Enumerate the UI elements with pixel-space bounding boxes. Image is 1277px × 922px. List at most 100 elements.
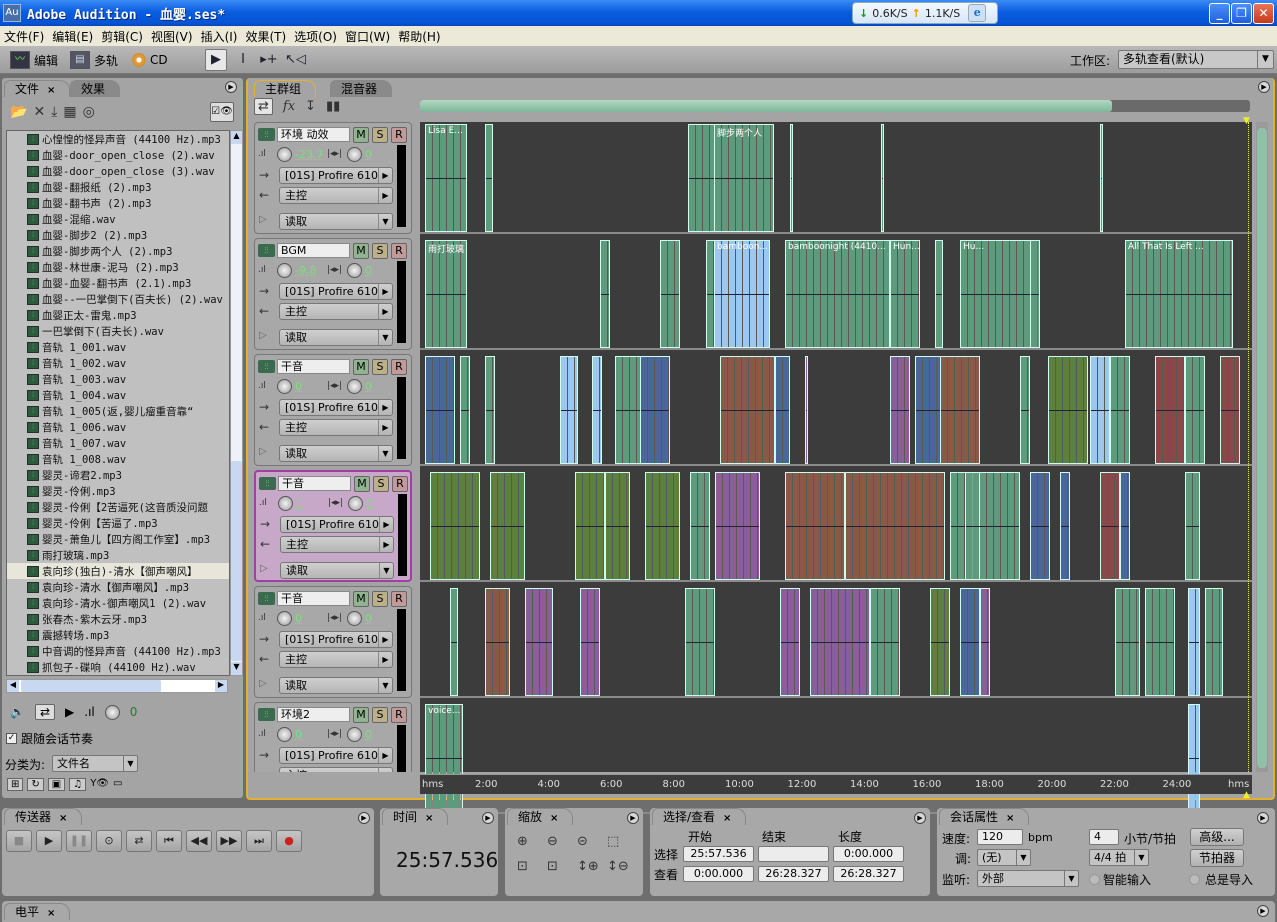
automation-select[interactable]: 读取 ▼ [279, 329, 393, 346]
track-header[interactable]: ⫶⫶ BGM M S R .ıl -9.8 |◂▸| 0 → [01S] Profire 610 ▶ ←… [254, 238, 412, 350]
file-list-item[interactable]: ⫶ 婴灵-伶俐【苦逼了.mp3 [7, 515, 229, 531]
effects-icon[interactable]: fx [283, 99, 295, 114]
file-list-item[interactable]: ⫶ 血婴正太-雷鬼.mp3 [7, 307, 229, 323]
file-list-item[interactable]: ⫶ 婴灵-谛君2.mp3 [7, 467, 229, 483]
audio-clip[interactable] [592, 356, 602, 464]
browser-icon[interactable]: e [968, 4, 987, 22]
tab-levels[interactable]: 电平 × [4, 903, 71, 920]
metronome-button[interactable]: 节拍器 [1190, 849, 1244, 867]
pan-knob[interactable] [347, 263, 362, 278]
audio-clip[interactable]: bamboonight (4410... [785, 240, 890, 348]
smart-input-radio[interactable] [1089, 874, 1100, 885]
close-icon[interactable]: × [47, 85, 55, 96]
view-start[interactable]: 0:00.000 [683, 866, 754, 882]
view-length[interactable]: 26:28.327 [833, 866, 904, 882]
selection-end[interactable] [758, 846, 829, 862]
pan-knob[interactable] [347, 727, 362, 742]
audio-clip[interactable]: Hu... [960, 240, 1040, 348]
menu-clip[interactable]: 剪辑(C) [101, 28, 149, 45]
mute-button[interactable]: M [353, 243, 369, 259]
tempo-input[interactable]: 120 [977, 829, 1023, 845]
output-select[interactable]: [01S] Profire 610 ▶ [279, 631, 393, 648]
time-ruler[interactable]: hms 2:00 4:00 6:00 8:00 10:00 12:00 14:00 16:00 1… [420, 774, 1252, 794]
scroll-up-icon[interactable]: ▲ [231, 131, 242, 144]
filter-midi-icon[interactable]: ♫ [69, 778, 87, 791]
solo-button[interactable]: S [372, 707, 388, 723]
automation-select[interactable]: 读取 ▼ [279, 213, 393, 230]
audio-clip[interactable] [1030, 240, 1040, 348]
loop-icon[interactable]: ⇄ [34, 704, 56, 720]
audio-clip[interactable] [1145, 588, 1175, 696]
file-list-item[interactable]: ⫶ 音轨 1_006.wav [7, 419, 229, 435]
clip-folder-icon[interactable]: ▭ [113, 778, 122, 791]
track-header[interactable]: ⫶⫶ 干音 M S R .ıl 0 |◂▸| 0 → [01S] Profire 610 ▶ ← 主控 ▶ ▷… [254, 354, 412, 466]
key-select[interactable]: (无) ▼ [977, 849, 1031, 866]
audio-clip[interactable] [790, 124, 793, 232]
file-list-item[interactable]: ⫶ 婴灵-萧鱼儿【四方阁工作室】.mp3 [7, 531, 229, 547]
automation-select[interactable]: 读取 ▼ [279, 445, 393, 462]
track-name-input[interactable]: 环境2 [277, 707, 350, 722]
pan-value[interactable]: 0 [365, 380, 372, 393]
scroll-thumb[interactable] [231, 461, 242, 661]
audio-clip[interactable]: bamboon... [714, 240, 770, 348]
selection-length[interactable]: 0:00.000 [833, 846, 904, 862]
file-list-item[interactable]: ⫶ 血婴-翻书声 (2).mp3 [7, 195, 229, 211]
audio-clip[interactable] [430, 472, 480, 580]
volume-knob[interactable] [277, 263, 292, 278]
audio-clip[interactable] [870, 588, 900, 696]
minimize-button[interactable]: _ [1209, 3, 1230, 24]
audio-clip[interactable] [965, 472, 1020, 580]
insert-into-multitrack-icon[interactable]: ⤓ [51, 104, 63, 120]
menu-insert[interactable]: 插入(I) [201, 28, 244, 45]
menu-edit[interactable]: 编辑(E) [52, 28, 99, 45]
file-list-item[interactable]: ⫶ 音轨 1_008.wav [7, 451, 229, 467]
output-select[interactable]: [01S] Profire 610 ▶ [279, 747, 393, 764]
close-file-icon[interactable]: ✕ [33, 104, 51, 120]
file-list-item[interactable]: ⫶ 震撼转场.mp3 [7, 627, 229, 643]
menu-effects[interactable]: 效果(T) [245, 28, 292, 45]
tab-transport[interactable]: 传送器 × [4, 808, 83, 825]
volume-value[interactable]: 0 [295, 728, 302, 741]
audio-clip[interactable] [1115, 588, 1140, 696]
expand-automation-icon[interactable]: ▷ [259, 446, 267, 457]
menu-options[interactable]: 选项(O) [294, 28, 343, 45]
file-list-item[interactable]: ⫶ 音轨 1_005(返,婴儿瘤重音靠“ [7, 403, 229, 419]
audio-clip[interactable] [810, 588, 870, 696]
menu-window[interactable]: 窗口(W) [345, 28, 396, 45]
mute-button[interactable]: M [353, 591, 369, 607]
mute-button[interactable]: M [354, 476, 370, 492]
file-list-item[interactable]: ⫶ 婴灵-伶俐.mp3 [7, 483, 229, 499]
filter-video-icon[interactable]: ▣ [47, 778, 66, 791]
track-lane[interactable]: 雨打玻璃 bamboon... bamboonight (4410... Hun...… [420, 238, 1252, 350]
audio-clip[interactable] [485, 124, 493, 232]
scrub-tool-icon[interactable]: ↖◁ [284, 49, 306, 71]
audio-clip[interactable] [775, 356, 790, 464]
move-tool-icon[interactable]: ▶ [205, 49, 227, 71]
bus-select[interactable]: 主控 ▶ [279, 303, 393, 320]
file-list-item[interactable]: ⫶ 雨打玻璃.mp3 [7, 547, 229, 563]
close-icon[interactable]: × [425, 813, 433, 824]
file-list-item[interactable]: ⫶ 血婴-林世康-泥马 (2).mp3 [7, 259, 229, 275]
tab-effects[interactable]: 效果 [70, 80, 121, 97]
playhead[interactable] [1248, 122, 1249, 772]
pan-value[interactable]: 0 [365, 148, 372, 161]
bus-select[interactable]: 主控 ▶ [280, 536, 394, 553]
audio-clip[interactable] [845, 472, 945, 580]
audio-clip[interactable]: All That Is Left ... [1125, 240, 1233, 348]
sends-icon[interactable]: ↧ [305, 99, 316, 114]
track-header[interactable]: ⫶⫶ 环境 动效 M S R .ıl -23.7 |◂▸| 0 → [01S] Profire 61… [254, 122, 412, 234]
zoom-in-vertical-icon[interactable]: ↕⊕ [577, 859, 607, 874]
open-file-icon[interactable]: 📂 [10, 104, 33, 120]
record-arm-button[interactable]: R [392, 476, 408, 492]
audio-clip[interactable] [600, 240, 610, 348]
audio-clip[interactable] [1110, 356, 1130, 464]
tracks-vscroll-thumb[interactable] [1257, 128, 1267, 768]
track-name-input[interactable]: 干音 [277, 359, 350, 374]
audio-clip[interactable] [1100, 472, 1120, 580]
audio-clip[interactable] [485, 588, 510, 696]
volume-knob[interactable] [277, 727, 292, 742]
audio-clip[interactable] [1060, 472, 1070, 580]
tab-selection-view[interactable]: 选择/查看 × [652, 808, 747, 825]
panel-menu-icon[interactable]: ▶ [914, 812, 926, 824]
file-list-item[interactable]: ⫶ 张春杰-紫木云牙.mp3 [7, 611, 229, 627]
